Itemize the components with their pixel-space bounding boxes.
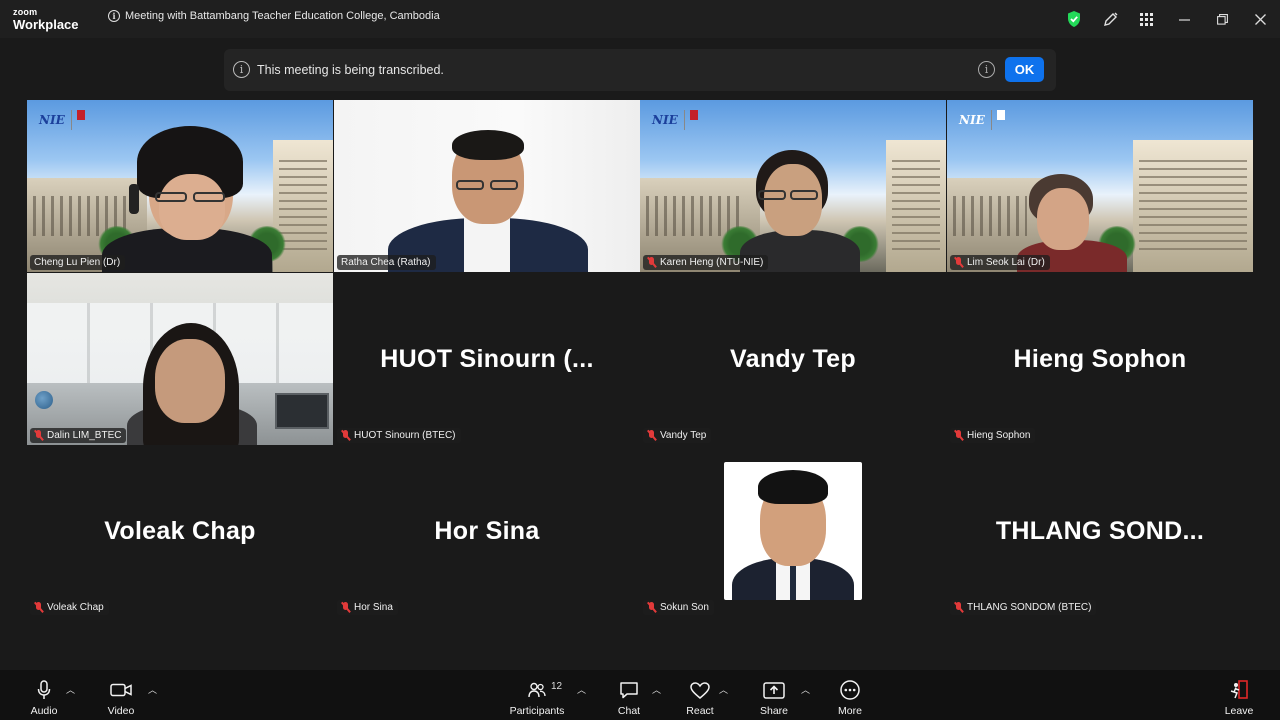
- participant-count: 12: [551, 681, 563, 692]
- participant-display-name: HUOT Sinourn (...: [380, 345, 594, 373]
- chat-button[interactable]: Chat: [612, 670, 646, 720]
- participant-name-tag: Karen Heng (NTU-NIE): [643, 255, 769, 270]
- participant-display-name: Vandy Tep: [730, 345, 856, 373]
- video-tile[interactable]: NIE Cheng Lu Pien (Dr): [27, 100, 333, 272]
- mic-muted-icon: [646, 430, 657, 441]
- name-only-tile[interactable]: Voleak Chap Voleak Chap: [27, 445, 333, 617]
- video-tile[interactable]: Ratha Chea (Ratha): [334, 100, 640, 272]
- mic-muted-icon: [33, 602, 44, 613]
- heart-icon: [690, 680, 710, 700]
- more-icon: [840, 680, 860, 700]
- shield-check-icon[interactable]: [1056, 0, 1092, 38]
- close-icon[interactable]: [1240, 0, 1280, 38]
- mic-muted-icon: [646, 257, 657, 268]
- name-only-tile[interactable]: THLANG SOND... THLANG SONDOM (BTEC): [947, 445, 1253, 617]
- name-only-tile[interactable]: Vandy Tep Vandy Tep: [640, 273, 946, 445]
- participant-name-tag: Dalin LIM_BTEC: [30, 428, 127, 443]
- window-title: Meeting with Battambang Teacher Educatio…: [125, 10, 440, 22]
- participant-name-tag: Cheng Lu Pien (Dr): [30, 255, 126, 270]
- react-options-caret[interactable]: ︿: [719, 683, 728, 696]
- share-options-caret[interactable]: ︿: [801, 683, 810, 696]
- participant-name-tag: Sokun Son: [643, 600, 714, 615]
- participant-display-name: Voleak Chap: [104, 517, 256, 545]
- participant-name-tag: Ratha Chea (Ratha): [337, 255, 436, 270]
- participant-name-tag: HUOT Sinourn (BTEC): [337, 428, 461, 443]
- microphone-icon: [37, 680, 51, 700]
- share-button[interactable]: Share: [757, 670, 791, 720]
- brand-top: zoom: [13, 7, 38, 17]
- leave-button[interactable]: Leave: [1222, 670, 1256, 720]
- participant-name-tag: Lim Seok Lai (Dr): [950, 255, 1050, 270]
- participant-name-tag: THLANG SONDOM (BTEC): [950, 600, 1097, 615]
- zoom-workplace-logo: zoom Workplace: [13, 7, 79, 32]
- profile-photo: [724, 462, 862, 600]
- video-tile[interactable]: Dalin LIM_BTEC: [27, 273, 333, 445]
- info-icon[interactable]: i: [978, 61, 995, 78]
- pen-icon[interactable]: [1092, 0, 1128, 38]
- audio-options-caret[interactable]: ︿: [66, 683, 75, 696]
- title-bar: zoom Workplace i Meeting with Battambang…: [0, 0, 1280, 38]
- leave-icon: [1229, 680, 1249, 700]
- nie-ntu-logo: NIE: [39, 110, 115, 130]
- mic-muted-icon: [33, 430, 44, 441]
- info-icon[interactable]: i: [108, 10, 120, 22]
- name-only-tile[interactable]: HUOT Sinourn (... HUOT Sinourn (BTEC): [334, 273, 640, 445]
- audio-button[interactable]: Audio: [26, 670, 62, 720]
- participant-name-tag: Hieng Sophon: [950, 428, 1036, 443]
- chat-options-caret[interactable]: ︿: [652, 683, 661, 696]
- monitor-icon: [275, 393, 329, 429]
- react-button[interactable]: React: [684, 670, 716, 720]
- participants-button[interactable]: Participants: [506, 670, 568, 720]
- participant-name-tag: Vandy Tep: [643, 428, 712, 443]
- restore-icon[interactable]: [1204, 0, 1240, 38]
- video-tile[interactable]: NIE Karen Heng (NTU-NIE): [640, 100, 946, 272]
- share-screen-icon: [763, 680, 785, 700]
- participant-name-tag: Hor Sina: [337, 600, 398, 615]
- meeting-info[interactable]: i Meeting with Battambang Teacher Educat…: [108, 10, 440, 22]
- info-icon: i: [233, 61, 250, 78]
- nie-ntu-logo: NIE: [652, 110, 728, 130]
- mic-muted-icon: [953, 257, 964, 268]
- mic-muted-icon: [340, 602, 351, 613]
- mic-muted-icon: [953, 602, 964, 613]
- video-button[interactable]: Video: [102, 670, 140, 720]
- participant-display-name: THLANG SOND...: [995, 517, 1205, 545]
- meeting-toolbar: Audio ︿ Video ︿ Participants 12 ︿ Chat ︿…: [0, 670, 1280, 720]
- mic-muted-icon: [953, 430, 964, 441]
- name-only-tile[interactable]: Hieng Sophon Hieng Sophon: [947, 273, 1253, 445]
- participant-display-name: Hieng Sophon: [1013, 345, 1187, 373]
- nie-ntu-logo: NIE: [959, 110, 1035, 130]
- globe-icon: [35, 391, 53, 409]
- video-options-caret[interactable]: ︿: [148, 683, 157, 696]
- more-button[interactable]: More: [834, 670, 866, 720]
- participant-display-name: Hor Sina: [434, 517, 540, 545]
- video-camera-icon: [110, 680, 132, 700]
- video-tile[interactable]: NIE Lim Seok Lai (Dr): [947, 100, 1253, 272]
- minimize-icon[interactable]: [1164, 0, 1204, 38]
- chat-bubble-icon: [619, 680, 639, 700]
- grid-icon[interactable]: [1128, 0, 1164, 38]
- ok-button[interactable]: OK: [1005, 57, 1044, 82]
- mic-muted-icon: [340, 430, 351, 441]
- participant-name-tag: Voleak Chap: [30, 600, 109, 615]
- mic-muted-icon: [646, 602, 657, 613]
- participants-icon: [528, 680, 546, 700]
- participants-options-caret[interactable]: ︿: [577, 683, 586, 696]
- name-only-tile[interactable]: Hor Sina Hor Sina: [334, 445, 640, 617]
- brand-bottom: Workplace: [13, 17, 79, 32]
- transcription-banner: i This meeting is being transcribed. i O…: [224, 49, 1056, 91]
- transcription-notice: This meeting is being transcribed.: [257, 63, 444, 77]
